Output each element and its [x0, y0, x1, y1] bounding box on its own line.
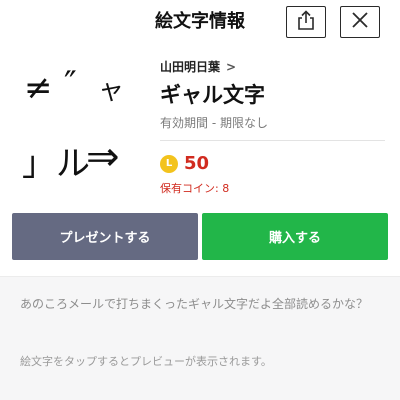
description-text: あのころメールで打ちまくったギャル文字だよ全部読めるかな？: [20, 297, 369, 311]
preview-glyph: ≠: [24, 68, 53, 108]
preview-glyph: 」ル: [22, 144, 90, 184]
price-row: L 50: [160, 153, 390, 174]
coin-icon: L: [160, 154, 178, 173]
preview-hint: 絵文字をタップするとプレビューが表示されます。: [20, 355, 272, 368]
preview-glyph: ⇒: [86, 134, 120, 180]
share-icon: [297, 10, 315, 34]
author-link[interactable]: 山田明日葉 >: [160, 58, 390, 75]
divider: [160, 140, 385, 141]
validity-text: 有効期間 - 期限なし: [160, 116, 268, 130]
description-area: あのころメールで打ちまくったギャル文字だよ全部読めるかな？ 絵文字をタップすると…: [0, 276, 400, 400]
share-button[interactable]: [286, 6, 326, 38]
author-name: 山田明日葉: [160, 60, 221, 74]
preview-glyph: ャ: [98, 76, 125, 106]
price-value: 50: [184, 153, 210, 174]
close-icon: [351, 11, 369, 33]
present-button[interactable]: プレゼントする: [12, 213, 198, 260]
buy-button[interactable]: 購入する: [202, 213, 388, 260]
product-name: ギャル文字: [160, 83, 265, 107]
app-header: 絵文字情報: [0, 0, 400, 46]
owned-coins: 保有コイン: 8: [160, 182, 230, 195]
emoji-preview[interactable]: ≠ ″ ャ 」ル ⇒: [0, 50, 150, 200]
chevron-right-icon: >: [226, 59, 237, 74]
preview-glyph: ″: [64, 64, 77, 104]
close-button[interactable]: [340, 6, 380, 38]
product-info: 山田明日葉 > ギャル文字 有効期間 - 期限なし L 50 保有コイン: 8: [160, 58, 390, 196]
